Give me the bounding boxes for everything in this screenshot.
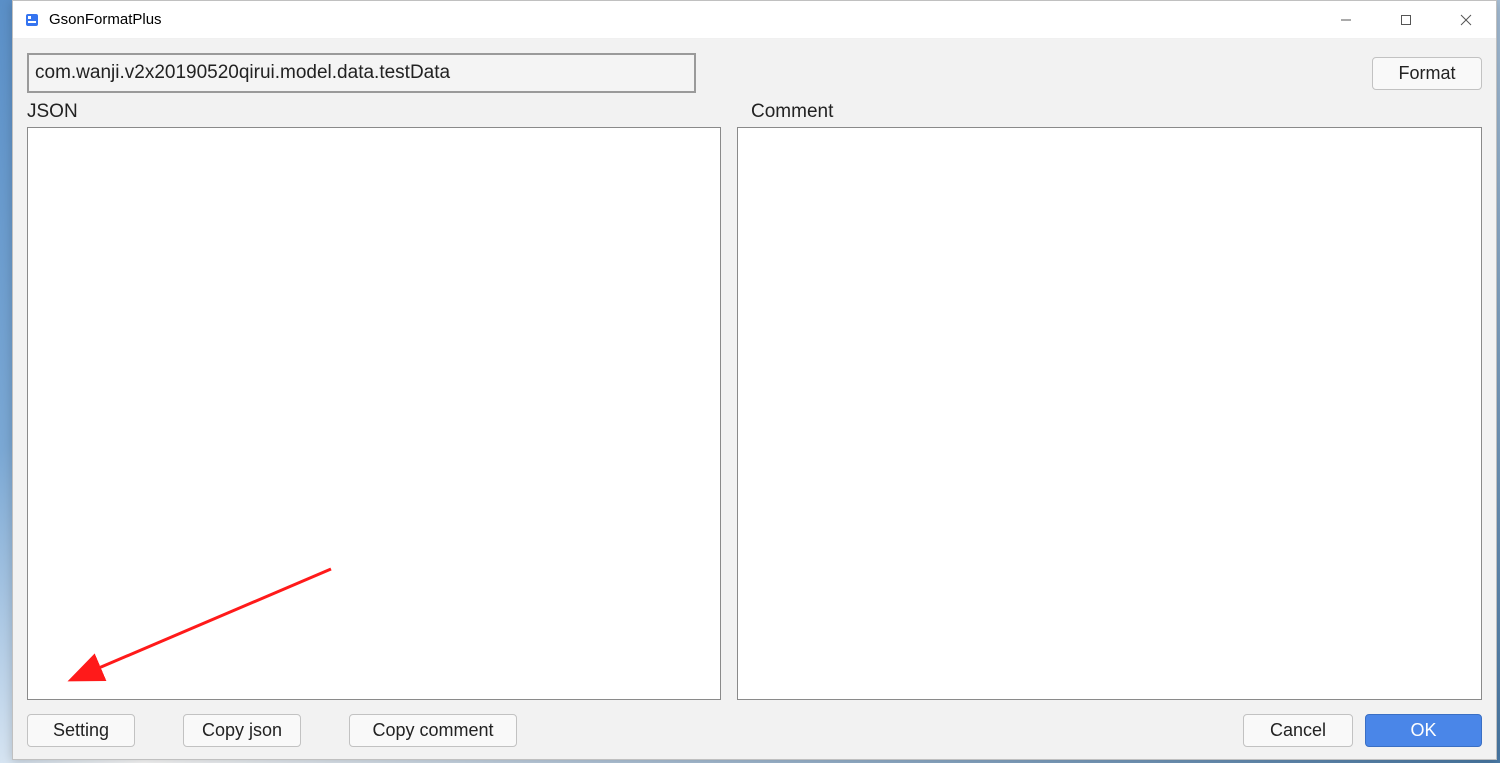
ok-button[interactable]: OK xyxy=(1365,714,1482,747)
editors-row xyxy=(27,127,1482,700)
json-label: JSON xyxy=(27,101,735,123)
bottom-row: Setting Copy json Copy comment Cancel OK xyxy=(27,700,1482,747)
app-icon xyxy=(23,11,41,29)
maximize-button[interactable] xyxy=(1376,1,1436,38)
gsonformatplus-window: GsonFormatPlus Format JSON Comment xyxy=(12,0,1497,760)
cancel-button[interactable]: Cancel xyxy=(1243,714,1353,747)
setting-button[interactable]: Setting xyxy=(27,714,135,747)
comment-textarea[interactable] xyxy=(737,127,1482,700)
comment-label: Comment xyxy=(751,101,1482,123)
titlebar: GsonFormatPlus xyxy=(13,1,1496,39)
top-row: Format xyxy=(27,53,1482,93)
minimize-icon xyxy=(1340,14,1352,26)
labels-row: JSON Comment xyxy=(27,101,1482,123)
window-controls xyxy=(1316,1,1496,38)
close-button[interactable] xyxy=(1436,1,1496,38)
copy-json-button[interactable]: Copy json xyxy=(183,714,301,747)
json-textarea[interactable] xyxy=(27,127,721,700)
close-icon xyxy=(1460,14,1472,26)
class-path-input[interactable] xyxy=(27,53,696,93)
dialog-content: Format JSON Comment Setting Copy json Co… xyxy=(13,39,1496,759)
maximize-icon xyxy=(1400,14,1412,26)
minimize-button[interactable] xyxy=(1316,1,1376,38)
window-title: GsonFormatPlus xyxy=(49,11,1316,28)
copy-comment-button[interactable]: Copy comment xyxy=(349,714,517,747)
format-button[interactable]: Format xyxy=(1372,57,1482,90)
